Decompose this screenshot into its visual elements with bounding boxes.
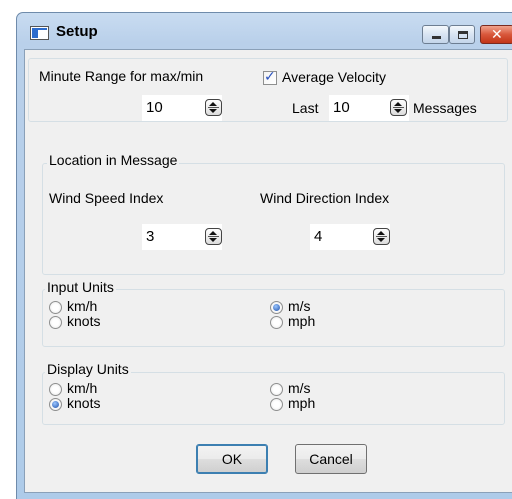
- spinner-updown-icon[interactable]: [205, 228, 222, 245]
- minute-range-spinner[interactable]: 10: [142, 95, 222, 121]
- input-kmh-label: km/h: [67, 298, 98, 314]
- minute-range-value: 10: [146, 99, 163, 116]
- wind-speed-index-value: 3: [146, 228, 155, 245]
- display-knots-radio[interactable]: [49, 398, 62, 411]
- app-window-icon: [30, 26, 49, 40]
- input-knots-radio[interactable]: [49, 316, 62, 329]
- wind-direction-index-value: 4: [314, 228, 323, 245]
- average-velocity-checkbox[interactable]: [263, 69, 277, 85]
- window-title: Setup: [56, 23, 98, 40]
- last-label: Last: [292, 100, 319, 116]
- location-group-legend: Location in Message: [47, 152, 180, 168]
- last-messages-spinner[interactable]: 10: [329, 95, 409, 121]
- ok-button[interactable]: OK: [196, 444, 268, 474]
- display-kmh-label: km/h: [67, 380, 98, 396]
- wind-speed-index-spinner[interactable]: 3: [142, 224, 222, 250]
- wind-direction-index-label: Wind Direction Index: [260, 190, 390, 206]
- messages-label: Messages: [413, 100, 477, 116]
- dialog-client-area: Minute Range for max/min 10 Average Velo…: [24, 49, 512, 493]
- input-mph-label: mph: [288, 313, 316, 329]
- maximize-icon: [458, 31, 468, 39]
- display-mph-label: mph: [288, 395, 316, 411]
- location-in-message-group: [42, 163, 505, 275]
- setup-dialog: Setup ✕ Minute Range for max/min 10 Aver…: [16, 12, 512, 499]
- last-messages-value: 10: [333, 99, 350, 116]
- display-kmh-radio[interactable]: [49, 383, 62, 396]
- maximize-button[interactable]: [449, 25, 475, 44]
- input-knots-label: knots: [67, 313, 101, 329]
- display-ms-radio[interactable]: [270, 383, 283, 396]
- wind-direction-index-spinner[interactable]: 4: [310, 224, 390, 250]
- average-velocity-label: Average Velocity: [282, 69, 387, 85]
- minimize-button[interactable]: [422, 25, 449, 44]
- input-mph-radio[interactable]: [270, 316, 283, 329]
- spinner-updown-icon[interactable]: [373, 228, 390, 245]
- display-knots-label: knots: [67, 395, 101, 411]
- close-icon: ✕: [491, 27, 503, 43]
- input-ms-radio[interactable]: [270, 301, 283, 314]
- input-units-legend: Input Units: [45, 279, 116, 295]
- minimize-icon: [432, 36, 441, 39]
- cancel-button[interactable]: Cancel: [295, 444, 367, 474]
- display-units-legend: Display Units: [45, 361, 131, 377]
- title-bar[interactable]: Setup ✕: [17, 13, 512, 49]
- input-ms-label: m/s: [288, 298, 311, 314]
- minute-range-label: Minute Range for max/min: [39, 68, 204, 84]
- wind-speed-index-label: Wind Speed Index: [49, 190, 164, 206]
- input-kmh-radio[interactable]: [49, 301, 62, 314]
- spinner-updown-icon[interactable]: [390, 99, 407, 116]
- display-mph-radio[interactable]: [270, 398, 283, 411]
- display-ms-label: m/s: [288, 380, 311, 396]
- spinner-updown-icon[interactable]: [205, 99, 222, 116]
- close-button[interactable]: ✕: [480, 25, 512, 44]
